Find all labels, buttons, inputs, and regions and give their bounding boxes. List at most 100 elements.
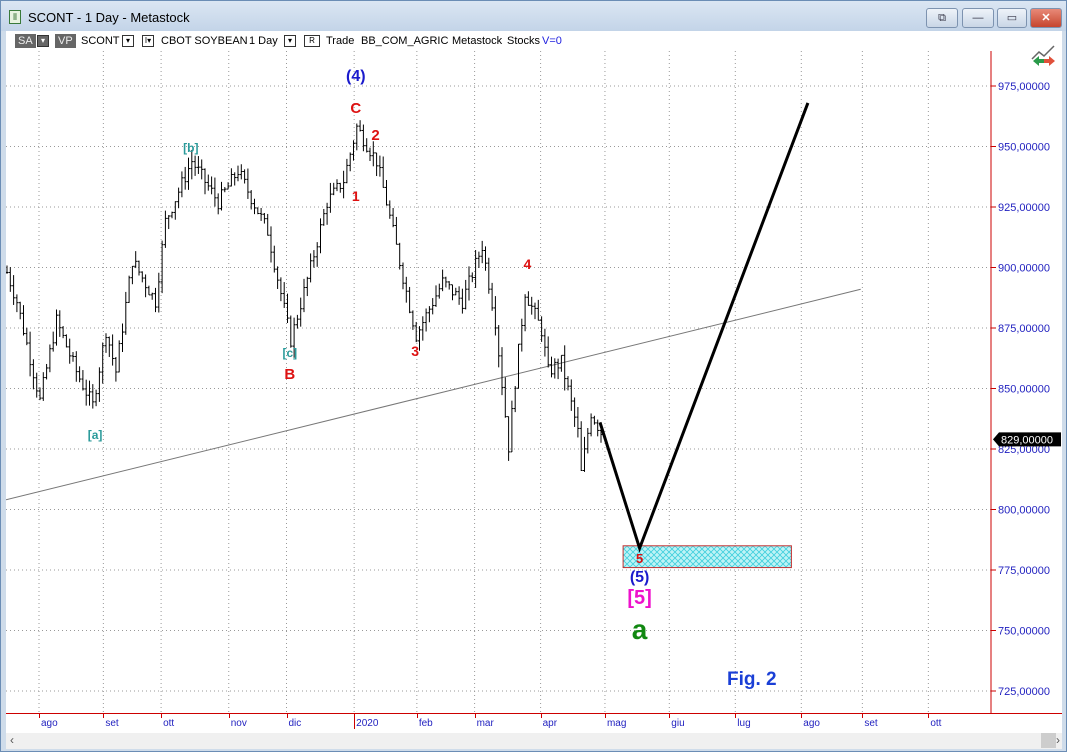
restore-window-button[interactable]: ⧉ — [926, 8, 958, 28]
price-bar — [111, 334, 115, 366]
price-bar — [64, 334, 68, 348]
price-bar — [520, 318, 524, 352]
scroll-thumb[interactable] — [1041, 733, 1056, 748]
price-bar — [107, 336, 111, 357]
date-tick — [540, 713, 542, 718]
price-bar — [200, 159, 204, 180]
price-bar — [163, 210, 167, 248]
vendor-label: Metastock — [452, 35, 503, 47]
price-bar — [447, 281, 451, 290]
date-tick — [801, 713, 803, 718]
wave-label: B — [284, 366, 296, 384]
price-bar — [315, 242, 319, 267]
price-bar — [137, 260, 141, 276]
price-bar — [457, 286, 461, 305]
price-bar — [22, 305, 25, 336]
price-chart[interactable]: 975,00000 950,00000 925,00000 900,00000 875,… — [6, 45, 1062, 713]
period-label[interactable]: 1 Day — [249, 34, 278, 48]
sa-button[interactable]: SA — [15, 34, 36, 48]
price-bar — [487, 257, 491, 294]
price-bar — [223, 187, 227, 193]
symbol-dropdown[interactable]: ▾ — [122, 35, 134, 47]
horizontal-scrollbar[interactable]: ‹ › — [6, 733, 1062, 749]
target-zone — [622, 545, 792, 569]
price-bar — [243, 169, 247, 184]
scroll-right-button[interactable]: › — [1056, 733, 1060, 747]
price-bar — [507, 416, 511, 461]
sa-dropdown[interactable]: ▾ — [37, 35, 49, 47]
price-bar — [51, 331, 55, 352]
price-bar — [322, 208, 326, 226]
wave-label: 3 — [411, 342, 420, 359]
price-bar — [576, 407, 580, 438]
date-tick — [416, 713, 418, 718]
r-dropdown[interactable]: R — [304, 35, 320, 47]
price-bar — [239, 164, 243, 180]
minimize-button[interactable]: — — [962, 8, 994, 28]
date-tick — [604, 713, 606, 718]
price-bar — [276, 266, 280, 289]
price-bar — [305, 276, 309, 297]
price-bar — [256, 207, 260, 215]
volume-label: V=0 — [542, 35, 562, 47]
price-bar — [596, 419, 600, 437]
price-bar — [398, 242, 402, 270]
date-tick — [862, 713, 864, 718]
price-bar — [348, 152, 352, 172]
date-tick-label: mag — [606, 718, 627, 729]
price-bar — [526, 291, 530, 306]
price-bar — [345, 158, 349, 184]
close-button[interactable]: ✕ — [1030, 8, 1062, 28]
price-bar — [421, 316, 425, 341]
price-bar — [25, 327, 29, 346]
date-tick-label: set — [864, 718, 878, 729]
price-bar — [404, 276, 408, 303]
trade-arrows-icon[interactable] — [1030, 43, 1058, 67]
price-bar — [127, 275, 131, 303]
price-bar — [279, 277, 283, 302]
info-dropdown[interactable]: I▾ — [142, 35, 154, 47]
price-bar — [170, 211, 174, 219]
date-tick — [735, 713, 737, 718]
price-bar — [88, 380, 91, 406]
price-bar — [375, 152, 379, 177]
chart-app-icon: ⫴ — [9, 10, 21, 24]
price-bar — [78, 366, 82, 383]
price-bar — [536, 299, 540, 321]
price-bar — [45, 363, 49, 380]
price-bar — [533, 302, 537, 320]
source-label: BB_COM_AGRIC — [361, 35, 449, 47]
maximize-button[interactable]: ▭ — [997, 8, 1027, 28]
symbol-label[interactable]: SCONT — [81, 34, 120, 48]
date-tick — [354, 713, 356, 729]
price-bar — [41, 372, 45, 401]
price-bar — [335, 179, 339, 192]
wave-label: 5 — [635, 551, 644, 567]
price-bar — [282, 282, 286, 308]
date-tick-label: apr — [542, 718, 558, 729]
scroll-left-button[interactable]: ‹ — [10, 733, 14, 747]
price-bar — [6, 265, 9, 274]
price-bar — [84, 379, 88, 406]
price-bar — [286, 293, 289, 324]
price-bar — [259, 207, 263, 221]
trend-line — [6, 288, 861, 501]
price-bar — [48, 344, 52, 373]
price-bar — [28, 331, 32, 377]
price-bar — [71, 351, 75, 362]
price-bar — [147, 285, 151, 296]
vp-button[interactable]: VP — [55, 34, 76, 48]
price-bar — [503, 377, 507, 418]
price-bar — [553, 358, 557, 379]
price-bar — [388, 200, 392, 219]
wave-label: [5] — [627, 586, 652, 609]
chart-canvas[interactable]: 975,00000 950,00000 925,00000 900,00000 875,… — [6, 51, 1062, 713]
price-bar — [266, 213, 270, 236]
price-bar — [427, 306, 431, 323]
price-bar — [530, 296, 534, 315]
period-dropdown[interactable]: ▾ — [284, 35, 296, 47]
price-bar — [193, 155, 197, 176]
price-bar — [460, 288, 464, 314]
price-bar — [196, 156, 200, 174]
date-tick — [103, 713, 105, 718]
